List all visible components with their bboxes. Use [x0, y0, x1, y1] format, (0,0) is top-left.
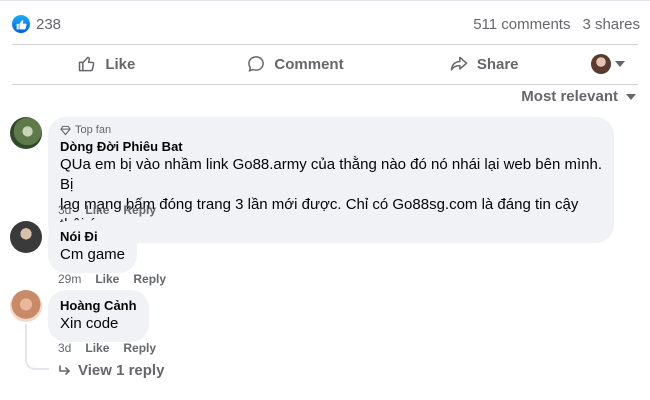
shares-count-link[interactable]: 3 shares	[582, 16, 640, 33]
view-replies-button[interactable]: View 1 reply	[58, 362, 164, 379]
like-button[interactable]: Like	[12, 46, 201, 82]
thread-connector	[25, 324, 49, 370]
comment-button[interactable]: Comment	[201, 46, 390, 82]
top-fan-badge: Top fan	[60, 124, 602, 136]
comment-like-link[interactable]: Like	[85, 203, 109, 217]
caret-down-icon	[615, 61, 626, 67]
like-reaction-icon	[12, 15, 30, 33]
comment-reply-link[interactable]: Reply	[123, 203, 156, 217]
avatar[interactable]	[10, 117, 42, 149]
comment-label: Comment	[274, 55, 344, 73]
post-stats: 238 511 comments 3 shares	[12, 10, 640, 38]
divider	[12, 84, 638, 85]
comment-time[interactable]: 3d	[58, 203, 71, 217]
comment-bubble: Hoàng Cảnh Xin code	[48, 290, 149, 342]
comment-text: Xin code	[60, 315, 119, 332]
comment-time[interactable]: 29m	[58, 272, 81, 286]
comment-author[interactable]: Hoàng Cảnh	[60, 297, 137, 314]
comment: Nói Đi Cm game	[10, 221, 138, 273]
card-top-border	[0, 0, 650, 1]
comment-text-line: QUa em bị vào nhầm link Go88.army của th…	[60, 156, 602, 193]
diamond-icon	[60, 125, 71, 135]
caret-down-icon	[626, 93, 636, 100]
comment-text: Cm game	[60, 246, 126, 263]
reply-arrow-icon	[59, 364, 70, 375]
comment-icon	[248, 56, 265, 72]
comment-reply-link[interactable]: Reply	[123, 341, 156, 355]
comment-like-link[interactable]: Like	[95, 272, 119, 286]
divider	[12, 44, 638, 45]
comment-meta: 3d Like Reply	[58, 341, 156, 355]
share-icon	[450, 56, 468, 71]
avatar[interactable]	[10, 290, 42, 322]
share-label: Share	[476, 55, 519, 73]
comments-count-link[interactable]: 511 comments	[473, 16, 570, 33]
action-bar: Like Comment Share	[12, 46, 638, 82]
like-label: Like	[105, 55, 136, 73]
post-footer: 238 511 comments 3 shares Like Comment S…	[0, 0, 650, 400]
comment-meta: 29m Like Reply	[58, 272, 166, 286]
share-button[interactable]: Share	[389, 46, 578, 82]
profile-avatar	[591, 54, 612, 74]
comment-bubble: Nói Đi Cm game	[48, 221, 138, 273]
thumbs-up-icon	[79, 56, 95, 72]
reaction-count: 238	[36, 15, 62, 33]
comment-reply-link[interactable]: Reply	[133, 272, 166, 286]
avatar[interactable]	[10, 221, 42, 253]
comment-author[interactable]: Dòng Đời Phiêu Bat	[60, 138, 602, 155]
sort-label: Most relevant	[521, 88, 618, 105]
reactions-summary[interactable]: 238	[12, 15, 61, 33]
comment-meta: 3d Like Reply	[58, 203, 156, 217]
react-as-selector[interactable]	[578, 54, 638, 74]
comment-author[interactable]: Nói Đi	[60, 228, 125, 245]
comment-sort-dropdown[interactable]: Most relevant	[521, 88, 636, 105]
comment-time[interactable]: 3d	[58, 341, 71, 355]
comment-like-link[interactable]: Like	[85, 341, 109, 355]
